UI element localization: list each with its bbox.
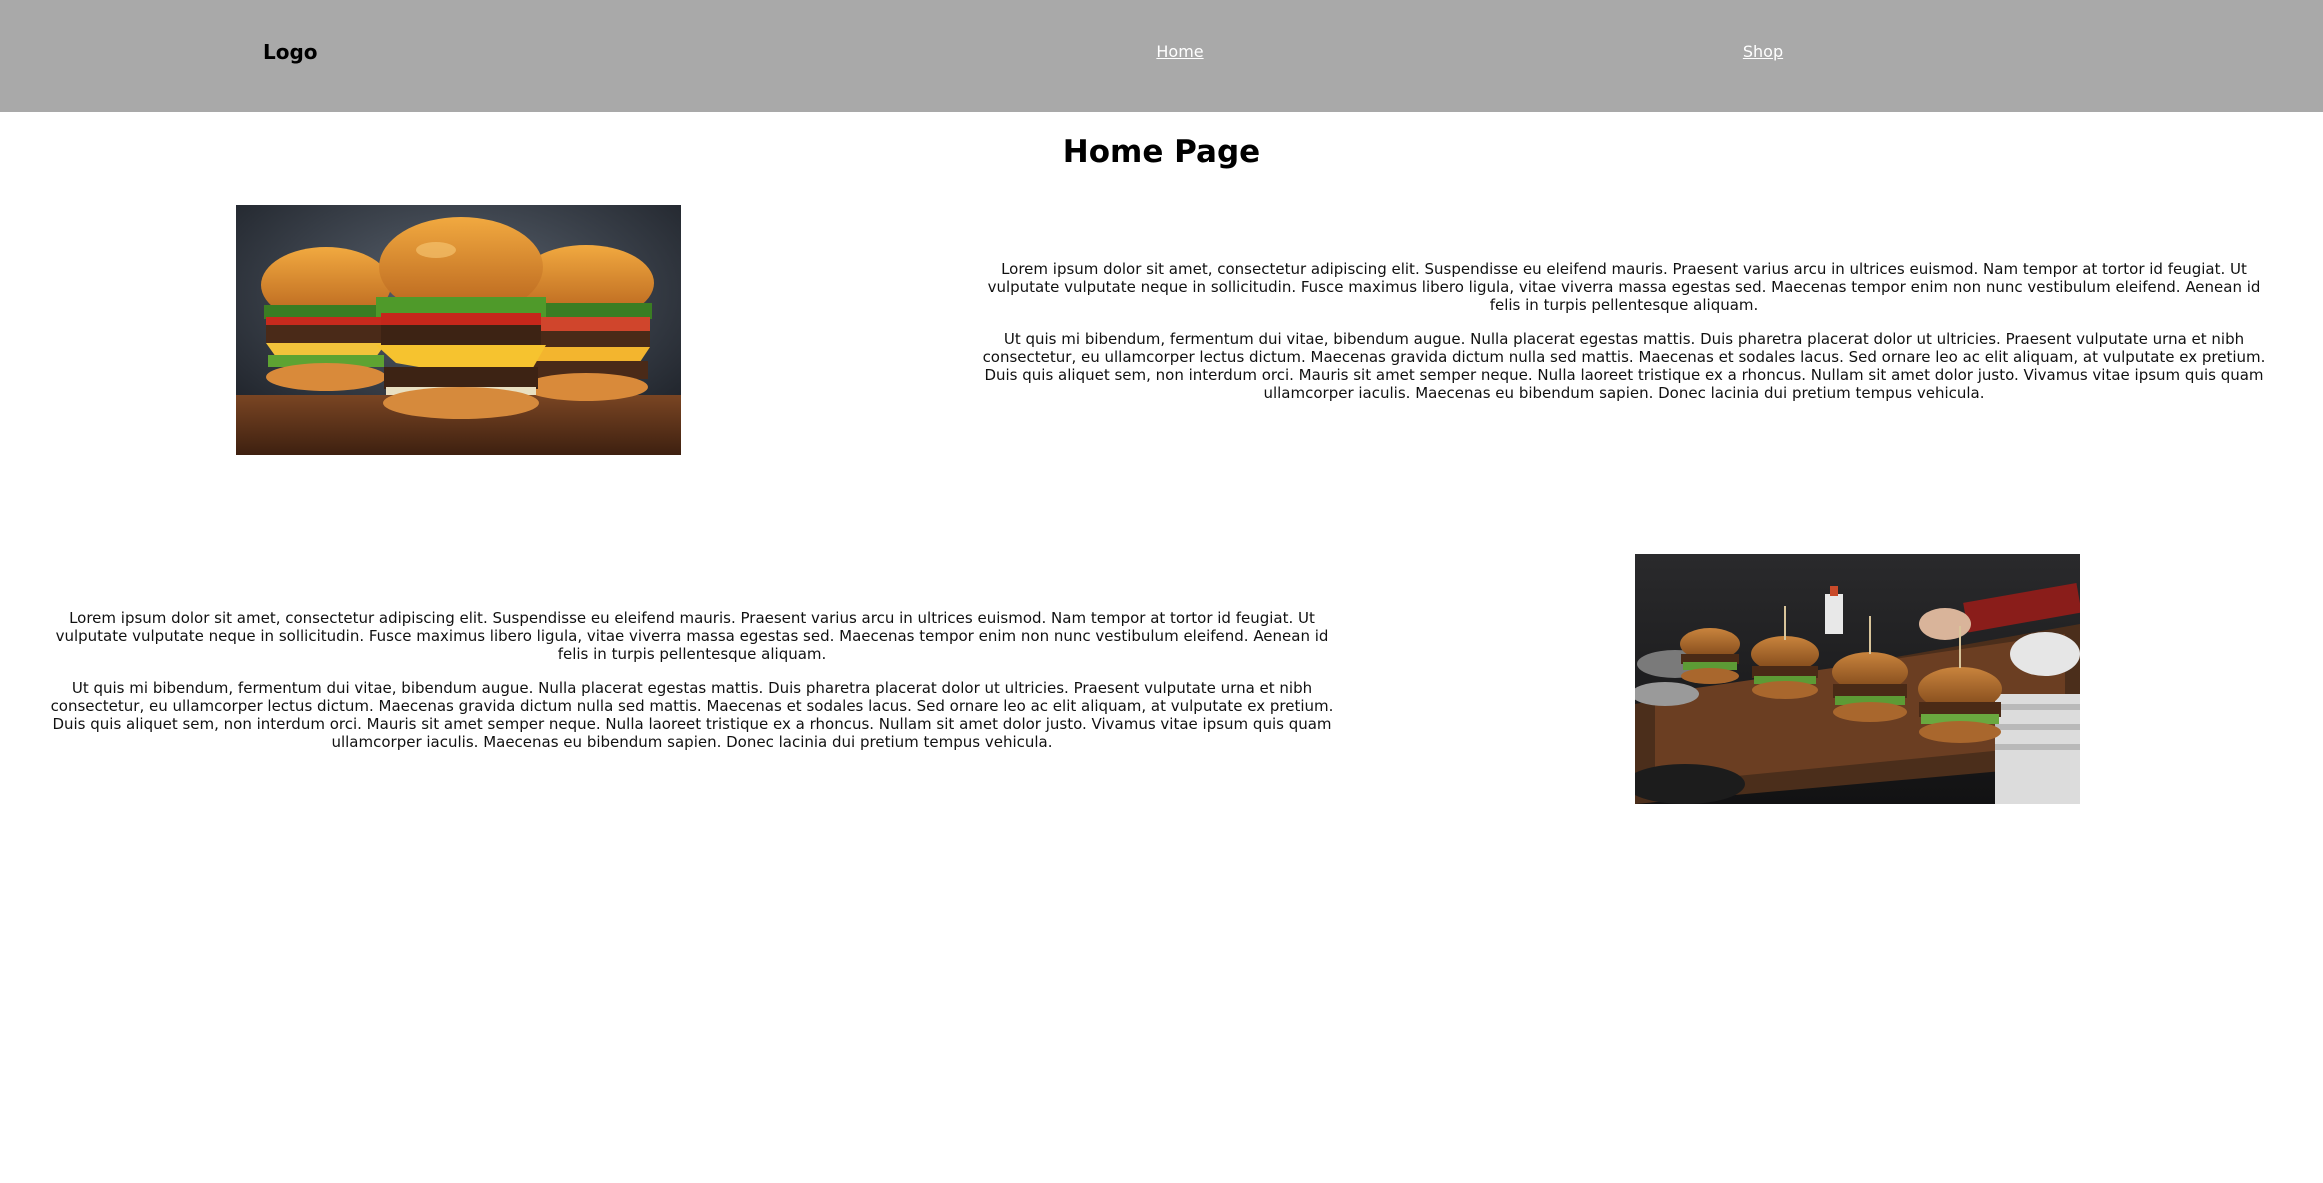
burgers-board-image bbox=[236, 205, 681, 455]
intro-text-block: Lorem ipsum dolor sit amet, consectetur … bbox=[974, 260, 2274, 402]
paragraph: Ut quis mi bibendum, fermentum dui vitae… bbox=[50, 679, 1334, 751]
nav-link-home[interactable]: Home bbox=[1156, 40, 1203, 64]
page-title: Home Page bbox=[1062, 134, 1261, 170]
nav-link-shop[interactable]: Shop bbox=[1743, 40, 1783, 64]
paragraph: Lorem ipsum dolor sit amet, consectetur … bbox=[987, 260, 2261, 314]
paragraph: Ut quis mi bibendum, fermentum dui vitae… bbox=[982, 330, 2266, 402]
paragraph: Lorem ipsum dolor sit amet, consectetur … bbox=[55, 609, 1329, 663]
second-text-block: Lorem ipsum dolor sit amet, consectetur … bbox=[42, 609, 1342, 751]
site-logo[interactable]: Logo bbox=[263, 38, 318, 66]
navbar: Logo Home Shop bbox=[0, 0, 2323, 112]
burgers-kitchen-image bbox=[1635, 554, 2080, 804]
